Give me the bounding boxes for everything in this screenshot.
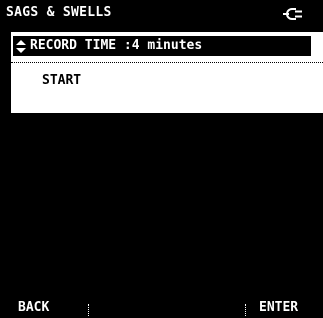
menu-item-record-time[interactable]: RECORD TIME :4 minutes: [13, 36, 311, 56]
start-label: START: [42, 73, 82, 88]
title-bar: SAGS & SWELLS: [0, 0, 323, 27]
up-down-arrows-icon: [16, 40, 26, 53]
record-time-label: RECORD TIME :4 minutes: [30, 38, 203, 53]
softkey-bar: BACK ENTER: [0, 298, 323, 318]
page-title: SAGS & SWELLS: [6, 5, 112, 20]
menu-divider: [11, 62, 323, 63]
menu-item-start[interactable]: START: [11, 72, 323, 92]
softkey-divider: [245, 304, 246, 316]
enter-softkey[interactable]: ENTER: [259, 300, 298, 316]
softkey-divider: [88, 304, 89, 316]
mains-power-plug-icon: [283, 8, 302, 20]
back-softkey[interactable]: BACK: [18, 300, 49, 316]
menu-panel: RECORD TIME :4 minutes START: [11, 32, 323, 113]
